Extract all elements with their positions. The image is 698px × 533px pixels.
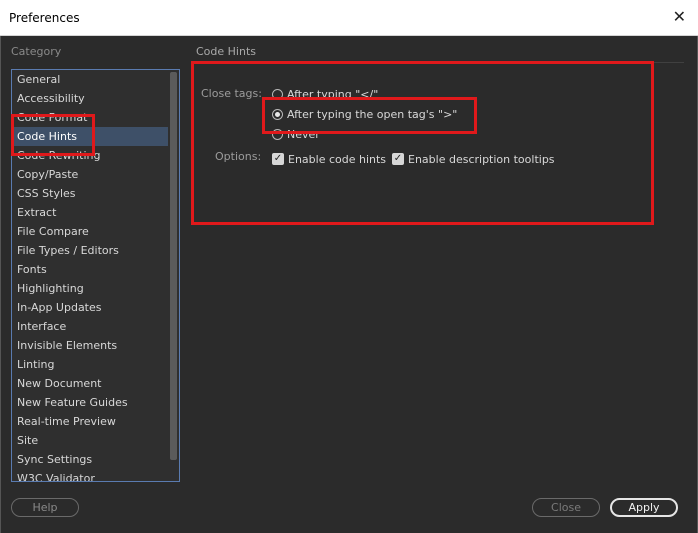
radio-never[interactable]: Never [272, 126, 320, 142]
category-item-code-hints[interactable]: Code Hints [12, 127, 168, 146]
pane-divider [196, 62, 684, 63]
category-item-sync-settings[interactable]: Sync Settings [17, 450, 92, 469]
checkbox-label: Enable description tooltips [408, 152, 555, 166]
category-item-new-document[interactable]: New Document [17, 374, 101, 393]
radio-after-typing-slash[interactable]: After typing "</" [272, 86, 378, 102]
category-item-site[interactable]: Site [17, 431, 38, 450]
radio-after-open-tag[interactable]: After typing the open tag's ">" [272, 106, 457, 122]
radio-label: After typing "</" [287, 87, 379, 101]
category-item-interface[interactable]: Interface [17, 317, 66, 336]
radio-button[interactable] [272, 88, 283, 100]
help-button[interactable]: Help [11, 498, 79, 517]
radio-label: After typing the open tag's ">" [287, 107, 458, 121]
options-label: Options: [215, 150, 262, 163]
category-item-copy-paste[interactable]: Copy/Paste [17, 165, 78, 184]
highlight-box-code-hints-pane [191, 61, 654, 225]
checkbox-label: Enable code hints [288, 152, 387, 166]
checkbox-enable-description-tooltips[interactable]: ✓ Enable description tooltips [392, 151, 555, 167]
window-border-left [0, 36, 1, 533]
category-item-extract[interactable]: Extract [17, 203, 56, 222]
pane-title: Code Hints [196, 45, 257, 58]
category-item-linting[interactable]: Linting [17, 355, 54, 374]
window-title: Preferences [9, 11, 80, 25]
checkbox-enable-code-hints[interactable]: ✓ Enable code hints [272, 151, 386, 167]
apply-button[interactable]: Apply [610, 498, 678, 517]
title-bar: Preferences ✕ [0, 0, 698, 36]
radio-button-selected[interactable] [272, 108, 283, 120]
close-button[interactable]: Close [532, 498, 600, 517]
category-item-file-compare[interactable]: File Compare [17, 222, 89, 241]
category-item-highlighting[interactable]: Highlighting [17, 279, 84, 298]
category-item-general[interactable]: General [17, 70, 60, 89]
radio-button[interactable] [272, 128, 283, 140]
close-tags-label: Close tags: [201, 87, 262, 100]
category-item-real-time-preview[interactable]: Real-time Preview [17, 412, 116, 431]
category-item-file-types-editors[interactable]: File Types / Editors [17, 241, 119, 260]
category-item-code-rewriting[interactable]: Code Rewriting [17, 146, 100, 165]
category-item-invisible-elements[interactable]: Invisible Elements [17, 336, 117, 355]
category-item-new-feature-guides[interactable]: New Feature Guides [17, 393, 128, 412]
radio-label: Never [287, 127, 320, 141]
category-item-w3c-validator[interactable]: W3C Validator [17, 469, 95, 481]
close-icon[interactable]: ✕ [673, 8, 686, 26]
category-item-css-styles[interactable]: CSS Styles [17, 184, 76, 203]
category-scrollbar-thumb[interactable] [170, 72, 177, 460]
category-item-in-app-updates[interactable]: In-App Updates [17, 298, 102, 317]
category-heading: Category [11, 45, 62, 58]
checkmark-icon[interactable]: ✓ [392, 153, 404, 165]
checkmark-icon[interactable]: ✓ [272, 153, 284, 165]
category-list[interactable]: General Accessibility Code Format Code H… [11, 69, 180, 482]
category-item-fonts[interactable]: Fonts [17, 260, 47, 279]
category-item-code-format[interactable]: Code Format [17, 108, 87, 127]
category-item-accessibility[interactable]: Accessibility [17, 89, 85, 108]
